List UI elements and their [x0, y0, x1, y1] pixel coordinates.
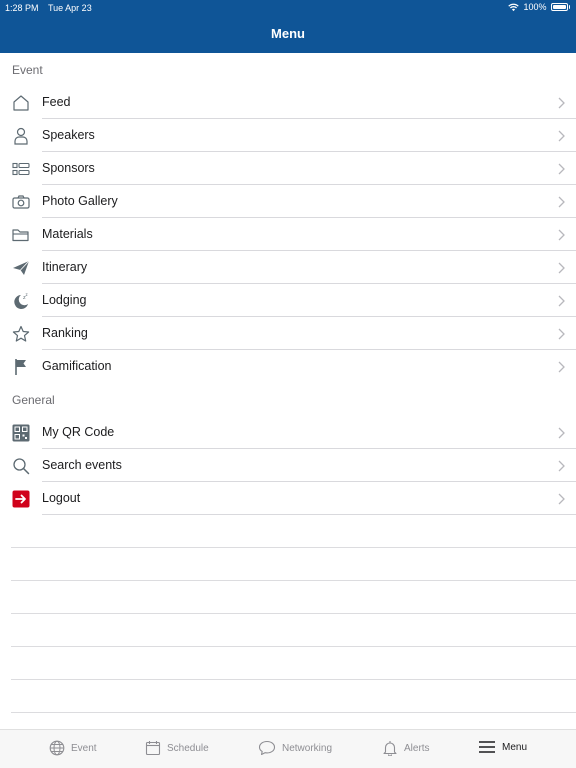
menu-item-label: Gamification [42, 359, 112, 373]
menu-item-itinerary[interactable]: Itinerary [0, 251, 576, 284]
tab-label: Alerts [404, 742, 430, 754]
chevron-right-icon [558, 163, 565, 175]
home-icon [11, 93, 31, 113]
search-icon [11, 456, 31, 476]
tab-alerts[interactable]: Alerts [382, 740, 430, 756]
tab-label: Event [71, 742, 97, 754]
menu-item-label: Sponsors [42, 161, 95, 175]
menu-item-label: Materials [42, 227, 93, 241]
battery-icon [550, 3, 568, 11]
battery-tip [568, 5, 570, 9]
empty-row-divider [11, 679, 576, 680]
folder-icon [11, 225, 31, 245]
tab-networking[interactable]: Networking [258, 740, 332, 756]
menu-item-label: Speakers [42, 128, 95, 142]
menu-item-label: Feed [42, 95, 71, 109]
moon-icon: zz [11, 291, 31, 311]
page-title: Menu [271, 26, 305, 41]
chevron-right-icon [558, 361, 565, 373]
menu-item-label: Photo Gallery [42, 194, 118, 208]
menu-item-label: Lodging [42, 293, 87, 307]
tab-label: Menu [502, 741, 528, 753]
chevron-right-icon [558, 229, 565, 241]
paper-plane-icon [11, 258, 31, 278]
tab-event[interactable]: Event [49, 740, 97, 756]
person-icon [11, 126, 31, 146]
menu-item-ranking[interactable]: Ranking [0, 317, 576, 350]
status-bar: 1:28 PM Tue Apr 23 100% [0, 0, 576, 16]
menu-item-label: Search events [42, 458, 122, 472]
menu-item-my-qr-code[interactable]: My QR Code [0, 416, 576, 449]
menu-item-logout[interactable]: Logout [0, 482, 576, 515]
tab-label: Schedule [167, 742, 209, 754]
menu-item-gamification[interactable]: Gamification [0, 350, 576, 383]
menu-item-feed[interactable]: Feed [0, 86, 576, 119]
hamburger-menu-icon [479, 741, 495, 753]
chevron-right-icon [558, 262, 565, 274]
menu-item-speakers[interactable]: Speakers [0, 119, 576, 152]
chevron-right-icon [558, 295, 565, 307]
menu-item-label: My QR Code [42, 425, 115, 439]
tab-label: Networking [282, 742, 333, 754]
menu-item-search-events[interactable]: Search events [0, 449, 576, 482]
svg-text:z: z [26, 292, 28, 297]
star-icon [11, 324, 31, 344]
navigation-header: 1:28 PM Tue Apr 23 100% Menu [0, 0, 576, 53]
calendar-icon [145, 741, 161, 756]
menu-item-label: Itinerary [42, 260, 88, 274]
menu-item-photo-gallery[interactable]: Photo Gallery [0, 185, 576, 218]
tab-schedule[interactable]: Schedule [145, 740, 209, 756]
chevron-right-icon [558, 460, 565, 472]
tab-bar: Event Schedule Networking Alerts Menu [0, 729, 576, 768]
wifi-icon [508, 3, 520, 11]
empty-row-divider [11, 712, 576, 713]
row-divider [42, 514, 576, 515]
status-time: 1:28 PM [5, 3, 39, 13]
tab-menu[interactable]: Menu [478, 740, 527, 754]
menu-item-materials[interactable]: Materials [0, 218, 576, 251]
empty-row-divider [11, 613, 576, 614]
status-indicators: 100% [508, 2, 570, 12]
empty-row-divider [11, 646, 576, 647]
menu-item-lodging[interactable]: zz Lodging [0, 284, 576, 317]
chevron-right-icon [558, 196, 565, 208]
menu-item-sponsors[interactable]: Sponsors [0, 152, 576, 185]
camera-icon [11, 192, 31, 212]
empty-row-divider [11, 580, 576, 581]
chevron-right-icon [558, 130, 565, 142]
battery-percent: 100% [523, 2, 547, 12]
globe-icon [49, 740, 65, 756]
menu-item-label: Ranking [42, 326, 88, 340]
chevron-right-icon [558, 493, 565, 505]
status-date: Tue Apr 23 [48, 3, 92, 13]
empty-row-divider [11, 547, 576, 548]
bell-icon [383, 741, 397, 756]
list-icon [11, 159, 31, 179]
section-header-event: Event [12, 63, 43, 77]
flag-icon [11, 357, 31, 377]
chevron-right-icon [558, 427, 565, 439]
section-header-general: General [12, 393, 55, 407]
chat-bubble-icon [258, 740, 276, 756]
qr-code-icon [11, 423, 31, 443]
logout-icon [11, 489, 31, 509]
menu-item-label: Logout [42, 491, 81, 505]
chevron-right-icon [558, 97, 565, 109]
chevron-right-icon [558, 328, 565, 340]
